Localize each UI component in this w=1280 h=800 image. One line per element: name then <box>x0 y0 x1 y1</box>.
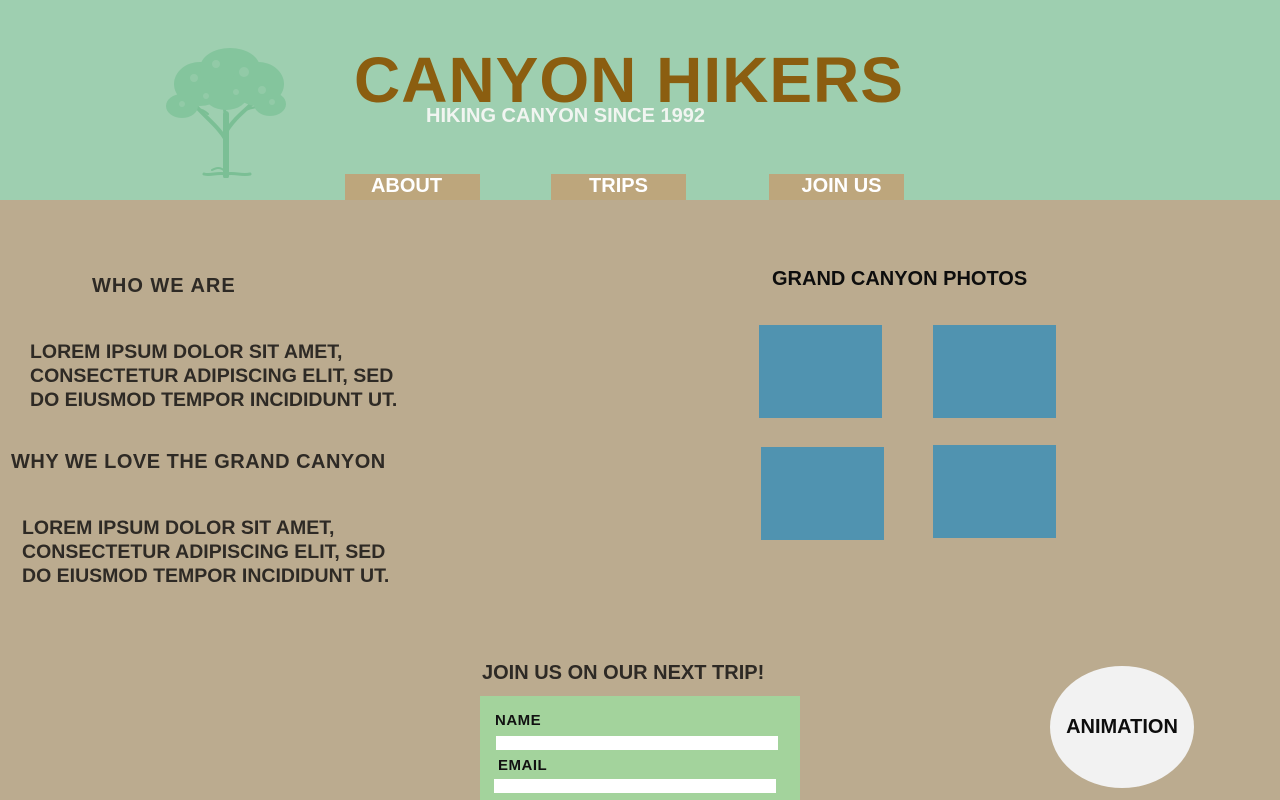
nav-join-us-button[interactable]: JOIN US <box>769 174 904 200</box>
who-we-are-text: LOREM IPSUM DOLOR SIT AMET, CONSECTETUR … <box>30 341 398 411</box>
email-label: EMAIL <box>498 757 548 774</box>
name-input[interactable] <box>496 736 778 750</box>
tree-icon <box>166 48 286 178</box>
photo-placeholder[interactable] <box>759 325 882 418</box>
site-header: CANYON HIKERS HIKING CANYON SINCE 1992 A… <box>0 0 1280 200</box>
site-tagline: HIKING CANYON SINCE 1992 <box>426 105 705 127</box>
nav-trips-button[interactable]: TRIPS <box>551 174 686 200</box>
why-we-love-text: LOREM IPSUM DOLOR SIT AMET, CONSECTETUR … <box>22 517 390 587</box>
why-we-love-heading: WHY WE LOVE THE GRAND CANYON <box>11 451 386 473</box>
photos-heading: GRAND CANYON PHOTOS <box>772 268 1028 290</box>
photo-placeholder[interactable] <box>933 445 1056 538</box>
signup-form: NAME EMAIL <box>480 696 800 800</box>
email-input[interactable] <box>494 779 776 793</box>
animation-label: ANIMATION <box>1066 715 1178 738</box>
join-trip-heading: JOIN US ON OUR NEXT TRIP! <box>482 662 765 684</box>
animation-placeholder: ANIMATION <box>1050 666 1194 788</box>
who-we-are-heading: WHO WE ARE <box>92 275 236 297</box>
nav-about-button[interactable]: ABOUT <box>345 174 480 200</box>
name-label: NAME <box>495 712 542 729</box>
photo-placeholder[interactable] <box>933 325 1056 418</box>
photo-placeholder[interactable] <box>761 447 884 540</box>
